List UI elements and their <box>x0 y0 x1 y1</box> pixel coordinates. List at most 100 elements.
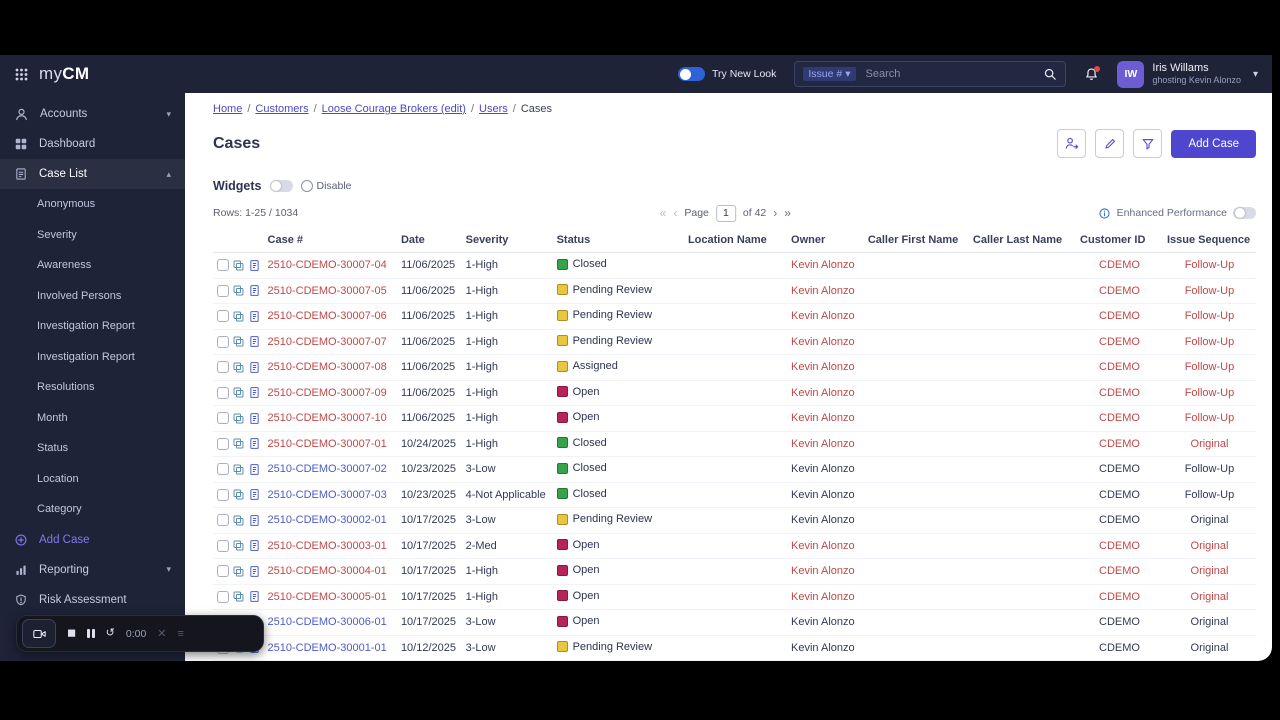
case-number-link[interactable]: 2510-CDEMO-30007-09 <box>263 380 397 406</box>
sidebar-item-reporting[interactable]: Reporting ▾ <box>0 555 185 585</box>
case-number-link[interactable]: 2510-CDEMO-30007-03 <box>263 482 397 508</box>
copy-icon[interactable] <box>232 412 245 425</box>
sidebar-subitem-location[interactable]: Location <box>0 464 185 495</box>
document-icon[interactable] <box>248 565 261 578</box>
widgets-disable[interactable]: Disable <box>300 180 352 192</box>
pause-button[interactable] <box>87 629 95 638</box>
copy-icon[interactable] <box>232 488 245 501</box>
row-checkbox[interactable] <box>217 590 229 603</box>
search-filter-dropdown[interactable]: Issue # ▾ <box>803 67 856 81</box>
assign-user-button[interactable] <box>1057 129 1087 158</box>
apps-grid-icon[interactable] <box>14 67 29 82</box>
sidebar-item-case-list[interactable]: Case List ▴ <box>0 159 185 189</box>
copy-icon[interactable] <box>232 437 245 450</box>
row-checkbox[interactable] <box>217 463 229 476</box>
sidebar-subitem-investigation-report[interactable]: Investigation Report <box>0 342 185 373</box>
last-page-icon[interactable]: » <box>784 207 791 219</box>
case-number-link[interactable]: 2510-CDEMO-30004-01 <box>263 558 397 585</box>
sidebar-subitem-category[interactable]: Category <box>0 494 185 525</box>
document-icon[interactable] <box>248 539 261 552</box>
sidebar-subitem-severity[interactable]: Severity <box>0 220 185 251</box>
user-menu[interactable]: IW Iris Willams ghosting Kevin Alonzo ▾ <box>1117 60 1258 88</box>
case-number-link[interactable]: 2510-CDEMO-30007-07 <box>263 329 397 355</box>
restart-button[interactable]: ↺ <box>106 628 115 639</box>
copy-icon[interactable] <box>232 335 245 348</box>
page-input[interactable] <box>715 204 736 222</box>
copy-icon[interactable] <box>232 284 245 297</box>
next-page-icon[interactable]: › <box>773 207 777 219</box>
column-header-owner[interactable]: Owner <box>787 227 864 253</box>
case-number-link[interactable]: 2510-CDEMO-30001-01 <box>263 635 397 661</box>
copy-icon[interactable] <box>232 259 245 272</box>
case-number-link[interactable]: 2510-CDEMO-30003-01 <box>263 533 397 559</box>
column-header-caller-last-name[interactable]: Caller Last Name <box>968 227 1077 253</box>
sidebar-subitem-awareness[interactable]: Awareness <box>0 250 185 281</box>
breadcrumb-link[interactable]: Home <box>213 103 242 115</box>
copy-icon[interactable] <box>232 463 245 476</box>
document-icon[interactable] <box>248 463 261 476</box>
edit-button[interactable] <box>1095 129 1125 158</box>
breadcrumb-link[interactable]: Users <box>479 103 508 115</box>
try-new-look-toggle[interactable] <box>678 67 705 81</box>
document-icon[interactable] <box>248 514 261 527</box>
info-icon[interactable] <box>1098 207 1111 220</box>
document-icon[interactable] <box>248 335 261 348</box>
row-checkbox[interactable] <box>217 335 229 348</box>
copy-icon[interactable] <box>232 590 245 603</box>
row-checkbox[interactable] <box>217 412 229 425</box>
case-number-link[interactable]: 2510-CDEMO-30007-06 <box>263 303 397 330</box>
case-number-link[interactable]: 2510-CDEMO-30005-01 <box>263 584 397 610</box>
sidebar-subitem-anonymous[interactable]: Anonymous <box>0 189 185 220</box>
document-icon[interactable] <box>248 259 261 272</box>
first-page-icon[interactable]: « <box>660 207 667 219</box>
notifications-bell-icon[interactable] <box>1084 65 1101 82</box>
copy-icon[interactable] <box>232 361 245 374</box>
copy-icon[interactable] <box>232 310 245 323</box>
document-icon[interactable] <box>248 590 261 603</box>
column-header-status[interactable]: Status <box>552 227 684 253</box>
document-icon[interactable] <box>248 412 261 425</box>
copy-icon[interactable] <box>232 386 245 399</box>
case-number-link[interactable]: 2510-CDEMO-30007-10 <box>263 405 397 432</box>
column-header-issue-sequence[interactable]: Issue Sequence <box>1162 227 1256 253</box>
row-checkbox[interactable] <box>217 437 229 450</box>
sidebar-subitem-month[interactable]: Month <box>0 403 185 434</box>
widgets-toggle[interactable] <box>269 180 293 192</box>
case-number-link[interactable]: 2510-CDEMO-30006-01 <box>263 609 397 636</box>
camera-button[interactable] <box>22 619 56 648</box>
document-icon[interactable] <box>248 310 261 323</box>
sidebar-subitem-investigation-report[interactable]: Investigation Report <box>0 311 185 342</box>
copy-icon[interactable] <box>232 565 245 578</box>
sidebar-subitem-resolutions[interactable]: Resolutions <box>0 372 185 403</box>
row-checkbox[interactable] <box>217 259 229 272</box>
document-icon[interactable] <box>248 361 261 374</box>
case-number-link[interactable]: 2510-CDEMO-30007-05 <box>263 278 397 304</box>
case-number-link[interactable]: 2510-CDEMO-30007-01 <box>263 431 397 457</box>
enhanced-performance-toggle[interactable] <box>1233 207 1256 219</box>
breadcrumb-link[interactable]: Customers <box>255 103 308 115</box>
case-number-link[interactable]: 2510-CDEMO-30007-02 <box>263 456 397 483</box>
breadcrumb-link[interactable]: Loose Courage Brokers (edit) <box>322 103 466 115</box>
case-number-link[interactable]: 2510-CDEMO-30007-04 <box>263 252 397 279</box>
row-checkbox[interactable] <box>217 488 229 501</box>
sidebar-item-accounts[interactable]: Accounts ▾ <box>0 99 185 129</box>
add-case-button[interactable]: Add Case <box>1171 129 1256 158</box>
row-checkbox[interactable] <box>217 310 229 323</box>
row-checkbox[interactable] <box>217 565 229 578</box>
row-checkbox[interactable] <box>217 284 229 297</box>
sidebar-subitem-status[interactable]: Status <box>0 433 185 464</box>
sidebar-subitem-involved-persons[interactable]: Involved Persons <box>0 281 185 312</box>
delete-recording-button[interactable]: ✕ <box>157 627 166 640</box>
column-header-location-name[interactable]: Location Name <box>683 227 788 253</box>
column-header-customer-id[interactable]: Customer ID <box>1076 227 1163 253</box>
filter-button[interactable] <box>1133 129 1163 158</box>
document-icon[interactable] <box>248 284 261 297</box>
row-checkbox[interactable] <box>217 361 229 374</box>
column-header-date[interactable]: Date <box>396 227 462 253</box>
search-icon[interactable] <box>1043 67 1057 81</box>
column-header-caller-first-name[interactable]: Caller First Name <box>863 227 969 253</box>
column-header-severity[interactable]: Severity <box>461 227 553 253</box>
stop-button[interactable]: ◼ <box>67 628 76 639</box>
document-icon[interactable] <box>248 437 261 450</box>
copy-icon[interactable] <box>232 539 245 552</box>
